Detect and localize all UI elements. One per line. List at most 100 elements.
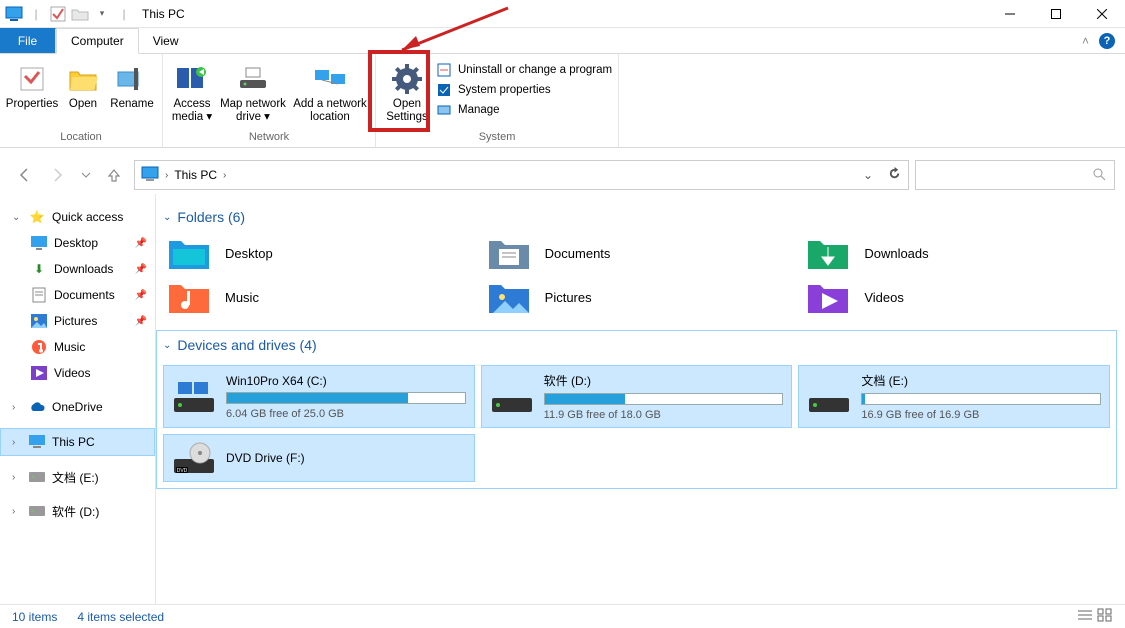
downloads-folder-label: Downloads: [864, 246, 928, 261]
window-controls: [987, 0, 1125, 28]
help-icon[interactable]: ?: [1099, 33, 1115, 49]
address-dropdown-icon[interactable]: ⌄: [863, 168, 873, 182]
tab-view[interactable]: View: [139, 28, 193, 53]
open-settings-button[interactable]: Open Settings: [382, 60, 432, 126]
folder-pictures[interactable]: Pictures: [487, 279, 787, 315]
chevron-down-icon: ⌄: [163, 212, 171, 223]
quick-access-toolbar: | ▾ |: [4, 4, 134, 24]
music-folder-label: Music: [225, 290, 259, 305]
tree-onedrive[interactable]: ›OneDrive: [0, 394, 155, 420]
close-button[interactable]: [1079, 0, 1125, 28]
folder-videos[interactable]: Videos: [806, 279, 1106, 315]
videos-folder-label: Videos: [864, 290, 904, 305]
chevron-right-icon[interactable]: ›: [223, 170, 226, 181]
add-network-location-button[interactable]: Add a network location: [291, 60, 369, 126]
tab-file[interactable]: File: [0, 28, 56, 53]
properties-button[interactable]: Properties: [6, 60, 58, 113]
tree-desktop[interactable]: Desktop📌: [0, 230, 155, 256]
view-thumbnails-icon[interactable]: [1097, 608, 1113, 625]
group-label-network: Network: [169, 129, 369, 147]
folder-desktop[interactable]: Desktop: [167, 235, 467, 271]
status-bar: 10 items 4 items selected: [0, 604, 1125, 628]
tree-drive-e[interactable]: ›文档 (E:): [0, 464, 155, 490]
tree-downloads[interactable]: ⬇Downloads📌: [0, 256, 155, 282]
system-properties-button[interactable]: System properties: [436, 82, 612, 98]
system-properties-icon: [436, 82, 452, 98]
ribbon-collapse-icon[interactable]: ˄: [1082, 34, 1089, 48]
this-pc-icon: [141, 166, 159, 184]
tree-videos[interactable]: Videos: [0, 360, 155, 386]
chevron-down-icon: ⌄: [163, 340, 171, 351]
quick-access-label: Quick access: [52, 210, 123, 224]
drive-e-free: 16.9 GB free of 16.9 GB: [861, 409, 1101, 421]
refresh-icon[interactable]: [887, 166, 902, 184]
chevron-right-icon[interactable]: ›: [12, 472, 22, 483]
group-label-location: Location: [6, 129, 156, 147]
uninstall-program-button[interactable]: Uninstall or change a program: [436, 62, 612, 78]
dvd-drive-icon: DVD: [172, 441, 216, 475]
titlebar: | ▾ | This PC: [0, 0, 1125, 28]
section-folders: ⌄Folders (6) Desktop Documents Downloads…: [156, 202, 1117, 330]
documents-label: Documents: [54, 288, 115, 302]
rename-button[interactable]: Rename: [108, 60, 156, 113]
pin-icon: 📌: [135, 238, 147, 249]
maximize-button[interactable]: [1033, 0, 1079, 28]
folders-header[interactable]: ⌄Folders (6): [157, 203, 1116, 231]
tab-computer[interactable]: Computer: [56, 28, 139, 54]
tree-pictures[interactable]: Pictures📌: [0, 308, 155, 334]
music-label: Music: [54, 340, 85, 354]
chevron-right-icon[interactable]: ›: [165, 170, 168, 181]
address-bar[interactable]: › This PC › ⌄: [134, 160, 909, 190]
sidebar: ⌄⭐Quick access Desktop📌 ⬇ Downloads 📌 Docu…: [0, 194, 156, 604]
minimize-button[interactable]: [987, 0, 1033, 28]
drive-c[interactable]: Win10Pro X64 (C:) 6.04 GB free of 25.0 G…: [163, 365, 475, 428]
ribbon-tabstrip: File Computer View ˄ ?: [0, 28, 1125, 54]
forward-button[interactable]: [44, 161, 72, 189]
uninstall-label: Uninstall or change a program: [458, 64, 612, 76]
drive-f-dvd[interactable]: DVD DVD Drive (F:): [163, 434, 475, 482]
this-pc-small-icon: [4, 4, 24, 24]
back-button[interactable]: [10, 161, 38, 189]
search-box[interactable]: [915, 160, 1115, 190]
chevron-right-icon[interactable]: ›: [12, 402, 22, 413]
checkbox-icon[interactable]: [48, 4, 68, 24]
manage-icon: [436, 102, 452, 118]
drive-d[interactable]: 软件 (D:) 11.9 GB free of 18.0 GB: [481, 365, 793, 428]
folder-documents[interactable]: Documents: [487, 235, 787, 271]
open-label: Open: [69, 98, 97, 111]
downloads-icon: ⬇: [30, 260, 48, 278]
chevron-down-icon[interactable]: ⌄: [12, 212, 22, 223]
folder-music[interactable]: Music: [167, 279, 467, 315]
folder-icon[interactable]: [70, 4, 90, 24]
map-drive-label: Map network drive ▾: [219, 98, 287, 124]
up-button[interactable]: [100, 161, 128, 189]
qat-dropdown-icon[interactable]: ▾: [92, 4, 112, 24]
map-network-drive-button[interactable]: Map network drive ▾: [219, 60, 287, 126]
history-dropdown[interactable]: [78, 161, 94, 189]
ribbon-group-network: Access media ▾ Map network drive ▾ Add a…: [163, 54, 376, 147]
add-location-label: Add a network location: [291, 98, 369, 124]
manage-button[interactable]: Manage: [436, 102, 612, 118]
folder-downloads[interactable]: Downloads: [806, 235, 1106, 271]
tree-drive-d[interactable]: › 软件 (D:): [0, 498, 155, 524]
downloads-label: Downloads: [54, 262, 113, 276]
ribbon-help-area: ˄ ?: [1082, 28, 1125, 53]
breadcrumb-this-pc[interactable]: This PC: [174, 168, 217, 182]
section-drives: ⌄Devices and drives (4) Win10Pro X64 (C:…: [156, 330, 1117, 489]
navbar: › This PC › ⌄: [0, 156, 1125, 194]
access-media-button[interactable]: Access media ▾: [169, 60, 215, 126]
drive-e[interactable]: 文档 (E:) 16.9 GB free of 16.9 GB: [798, 365, 1110, 428]
drive-icon: [28, 468, 46, 486]
open-button[interactable]: Open: [62, 60, 104, 113]
drive-d-label: 软件 (D:): [52, 503, 99, 520]
tree-quick-access[interactable]: ⌄⭐Quick access: [0, 204, 155, 230]
chevron-right-icon[interactable]: ›: [12, 506, 22, 517]
chevron-right-icon[interactable]: ›: [12, 437, 22, 448]
tree-this-pc[interactable]: ›This PC: [0, 428, 155, 456]
drives-header[interactable]: ⌄Devices and drives (4): [157, 331, 1116, 359]
downloads-folder-icon: [806, 235, 850, 271]
tree-documents[interactable]: Documents📌: [0, 282, 155, 308]
tree-music[interactable]: Music: [0, 334, 155, 360]
view-details-icon[interactable]: [1077, 608, 1093, 625]
open-settings-label: Open Settings: [382, 98, 432, 124]
